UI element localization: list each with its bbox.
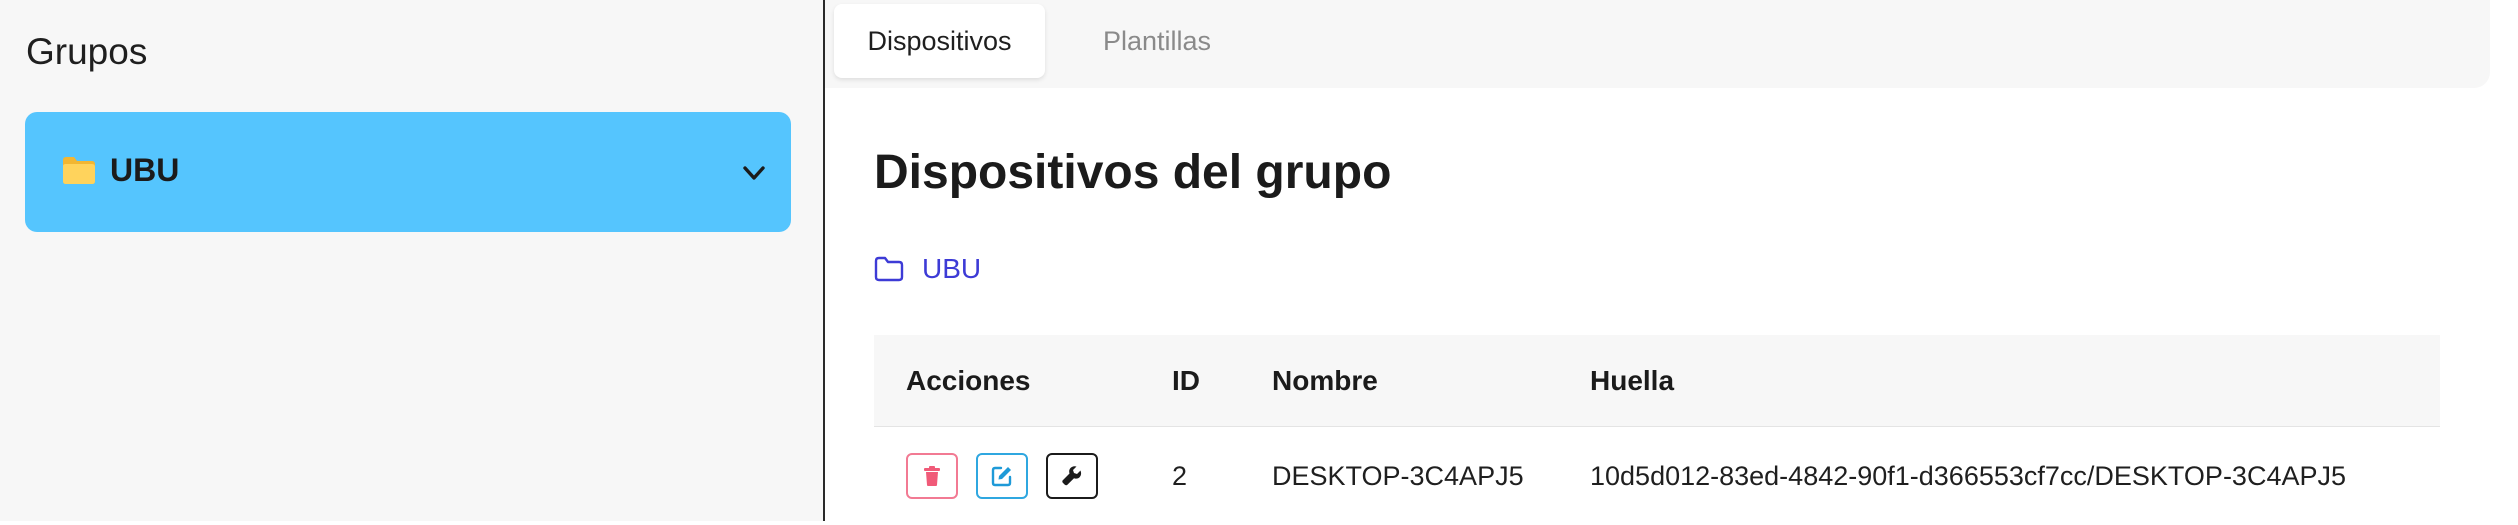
tab-plantillas[interactable]: Plantillas	[1057, 4, 1257, 78]
breadcrumb[interactable]: UBU	[874, 253, 981, 285]
table-row: 2 DESKTOP-3C4APJ5 10d5d012-83ed-4842-90f…	[874, 427, 2440, 525]
trash-icon	[924, 466, 940, 486]
edit-icon	[991, 466, 1012, 487]
header-nombre: Nombre	[1272, 365, 1378, 396]
tab-dispositivos[interactable]: Dispositivos	[834, 4, 1045, 78]
wrench-icon	[1062, 466, 1082, 486]
page-title: Dispositivos del grupo	[874, 146, 1392, 199]
cell-huella: 10d5d012-83ed-4842-90f1-d366553cf7cc/DES…	[1590, 461, 2346, 491]
edit-button[interactable]	[976, 453, 1028, 499]
chevron-down-icon[interactable]	[741, 160, 767, 186]
group-label: UBU	[110, 152, 180, 188]
table-header: Acciones ID Nombre Huella	[874, 335, 2440, 427]
folder-icon	[63, 157, 95, 184]
header-acciones: Acciones	[906, 365, 1031, 396]
configure-button[interactable]	[1046, 453, 1098, 499]
devices-table: Acciones ID Nombre Huella 2 DESKTOP-3C4A…	[874, 335, 2440, 525]
sidebar-title: Grupos	[26, 31, 148, 72]
main-content: Dispositivos Plantillas Dispositivos del…	[825, 0, 2518, 525]
group-item-ubu[interactable]: UBU	[25, 112, 791, 232]
header-id: ID	[1172, 365, 1200, 396]
tabs-bar: Dispositivos Plantillas	[825, 0, 2490, 88]
header-huella: Huella	[1590, 365, 1675, 396]
sidebar: Grupos UBU	[0, 0, 823, 521]
cell-nombre: DESKTOP-3C4APJ5	[1272, 461, 1524, 491]
breadcrumb-label[interactable]: UBU	[922, 253, 981, 285]
folder-outline-icon	[874, 256, 904, 282]
delete-button[interactable]	[906, 453, 958, 499]
cell-id: 2	[1172, 461, 1188, 491]
